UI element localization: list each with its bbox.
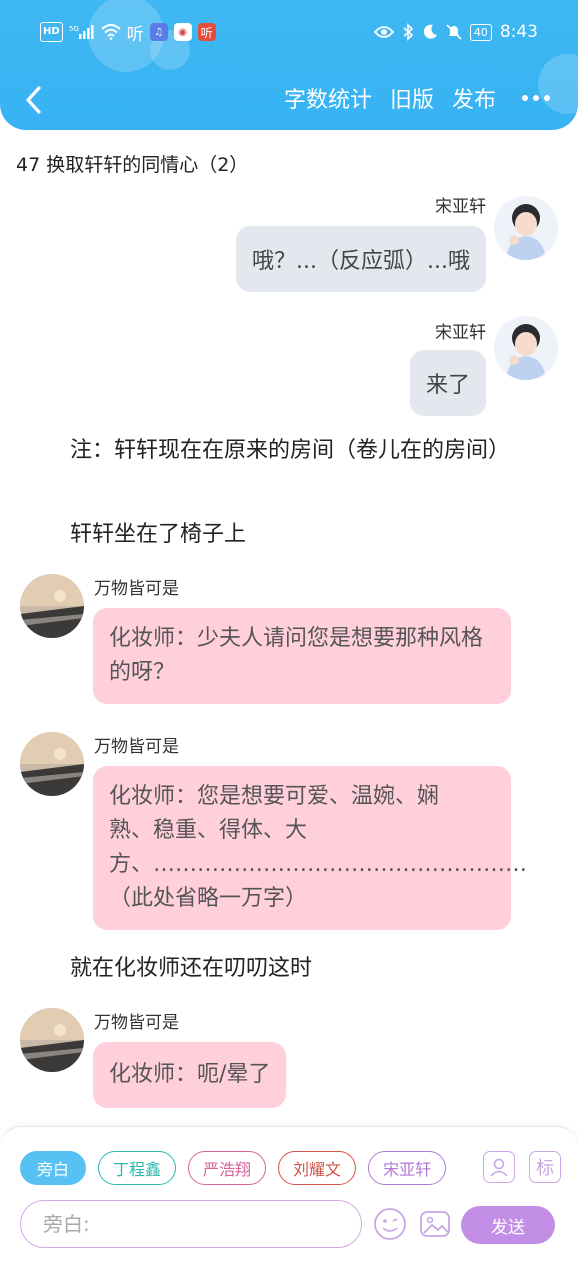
image-icon[interactable] bbox=[418, 1207, 452, 1241]
narration-text: 轩轩坐在了椅子上 bbox=[70, 522, 247, 547]
character-icon[interactable] bbox=[483, 1151, 515, 1183]
word-count-button[interactable]: 字数统计 bbox=[284, 82, 372, 114]
sender-name: 万物皆可是 bbox=[94, 737, 179, 757]
role-tabs: 旁白 丁程鑫 严浩翔 刘耀文 宋亚轩 bbox=[20, 1151, 468, 1187]
status-time: 8:43 bbox=[499, 22, 538, 42]
emoji-icon[interactable] bbox=[373, 1207, 407, 1241]
eye-icon bbox=[373, 22, 394, 42]
role-tab-narrator[interactable]: 旁白 bbox=[20, 1151, 87, 1185]
signal-icon: 5G bbox=[69, 22, 95, 42]
more-options-button[interactable] bbox=[514, 95, 550, 101]
svg-text:5G: 5G bbox=[69, 25, 79, 33]
avatar[interactable] bbox=[20, 574, 84, 638]
message-bubble[interactable]: 化妆师：呃/晕了 bbox=[93, 1042, 287, 1108]
back-button[interactable] bbox=[18, 80, 48, 120]
sender-name: 万物皆可是 bbox=[94, 579, 179, 599]
battery-indicator: 40 bbox=[469, 23, 492, 41]
old-version-button[interactable]: 旧版 bbox=[390, 82, 434, 114]
message-input[interactable] bbox=[20, 1200, 362, 1248]
message-bubble[interactable]: 化妆师：您是想要可爱、温婉、娴熟、稳重、得体、大方、……………………………………… bbox=[93, 766, 527, 930]
moon-icon bbox=[422, 22, 438, 42]
role-tab-song-yaxuan[interactable]: 宋亚轩 bbox=[368, 1151, 447, 1185]
sender-name: 宋亚轩 bbox=[435, 323, 486, 343]
hd-icon: HD bbox=[40, 22, 63, 42]
avatar[interactable] bbox=[20, 1008, 84, 1072]
sender-name: 宋亚轩 bbox=[435, 197, 486, 217]
ting-app-icon: 听 bbox=[126, 24, 144, 45]
chevron-left-icon bbox=[26, 86, 41, 114]
app-header: HD 5G 听 ♫ ◉ 听 40 8:43 字数统计 旧版 发布 bbox=[0, 0, 578, 130]
input-panel: 旁白 丁程鑫 严浩翔 刘耀文 宋亚轩 标 发送 bbox=[0, 1126, 578, 1280]
avatar[interactable] bbox=[494, 316, 558, 380]
status-bar: HD 5G 听 ♫ ◉ 听 40 8:43 bbox=[0, 18, 578, 52]
publish-button[interactable]: 发布 bbox=[452, 82, 496, 114]
role-tab-yan-haoxiang[interactable]: 严浩翔 bbox=[188, 1151, 267, 1185]
role-tab-ding-chengxin[interactable]: 丁程鑫 bbox=[98, 1151, 177, 1185]
ting-red-app-icon: 听 bbox=[197, 23, 216, 41]
tag-icon[interactable]: 标 bbox=[529, 1151, 561, 1183]
role-tab-liu-yaowen[interactable]: 刘耀文 bbox=[278, 1151, 357, 1185]
weibo-app-icon: ◉ bbox=[173, 23, 192, 41]
sender-name: 万物皆可是 bbox=[94, 1013, 179, 1033]
chat-message: 万物皆可是 化妆师：您是想要可爱、温婉、娴熟、稳重、得体、大方、……………………… bbox=[20, 732, 527, 942]
nav-bar: 字数统计 旧版 发布 bbox=[0, 76, 578, 122]
narration-text: 就在化妆师还在叨叨这时 bbox=[70, 956, 313, 981]
music-app-icon: ♫ bbox=[149, 23, 168, 41]
avatar[interactable] bbox=[494, 196, 558, 260]
chat-message: 宋亚轩 来了 bbox=[138, 316, 558, 416]
chat-message: 宋亚轩 哦？...（反应弧）...哦 bbox=[138, 196, 558, 296]
message-bubble[interactable]: 来了 bbox=[409, 350, 486, 416]
chat-message: 万物皆可是 化妆师：呃/晕了 bbox=[20, 1008, 520, 1112]
bluetooth-icon bbox=[402, 22, 414, 42]
send-button[interactable]: 发送 bbox=[461, 1206, 555, 1244]
chapter-title: 47 换取轩轩的同情心（2） bbox=[16, 154, 249, 176]
message-bubble[interactable]: 化妆师：少夫人请问您是想要那种风格的呀？ bbox=[93, 608, 511, 704]
mute-bell-icon bbox=[446, 22, 462, 42]
wifi-icon bbox=[101, 22, 121, 42]
avatar[interactable] bbox=[20, 732, 84, 796]
chat-message: 万物皆可是 化妆师：少夫人请问您是想要那种风格的呀？ bbox=[20, 574, 520, 714]
narration-text: 注：轩轩现在在原来的房间（卷儿在的房间） bbox=[70, 438, 511, 463]
message-bubble[interactable]: 哦？...（反应弧）...哦 bbox=[236, 226, 486, 292]
